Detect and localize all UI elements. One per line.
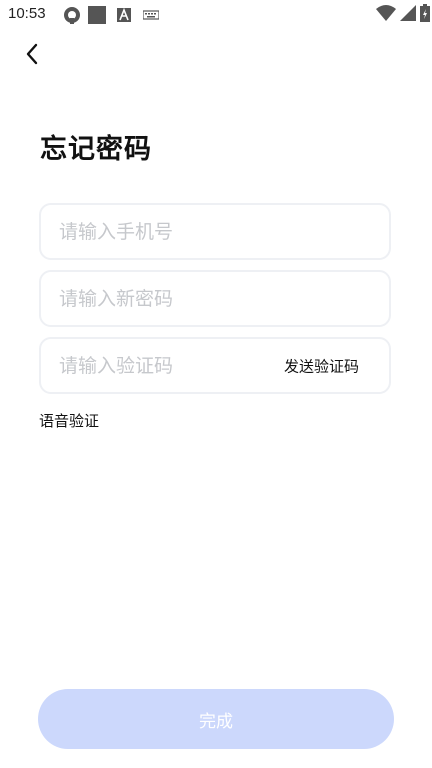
signal-icon [400, 5, 416, 25]
wifi-icon [376, 5, 396, 25]
page-title: 忘记密码 [40, 134, 152, 165]
new-password-input[interactable] [41, 286, 281, 311]
keyboard-icon [143, 6, 159, 24]
back-button[interactable] [18, 40, 46, 68]
verification-code-field-container: 发送验证码 [39, 337, 391, 394]
chevron-left-icon [26, 43, 38, 65]
battery-icon [420, 4, 430, 26]
forgot-password-screen: 10:53 忘记密码 请输入手机号 请输入验证码 发送验证码 语音验证 完成 [0, 0, 432, 768]
a-letter-icon [117, 6, 131, 24]
phone-field-container [39, 203, 391, 260]
status-time: 10:53 [8, 5, 46, 22]
status-bar: 10:53 [0, 0, 432, 30]
app-notification-icon [62, 6, 82, 24]
new-password-field-container [39, 270, 391, 327]
done-button[interactable]: 完成 [38, 689, 394, 749]
app-square-icon [88, 6, 106, 24]
send-code-button[interactable]: 发送验证码 [284, 355, 359, 376]
status-right-group [376, 4, 430, 26]
verification-code-input[interactable] [41, 353, 281, 378]
voice-verification-link[interactable]: 语音验证 [39, 410, 99, 431]
phone-input[interactable] [41, 219, 281, 244]
